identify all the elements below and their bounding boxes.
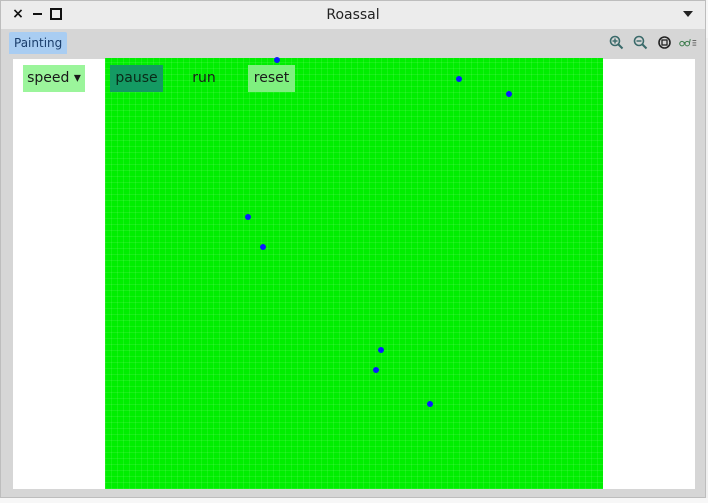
title-bar[interactable]: × Roassal <box>1 1 705 29</box>
window-title: Roassal <box>326 7 380 23</box>
chevron-down-icon[interactable] <box>683 11 693 17</box>
particle-dot <box>245 214 251 220</box>
particle-dot <box>260 244 266 250</box>
zoom-in-icon[interactable] <box>607 34 625 50</box>
reset-button[interactable]: reset <box>248 65 295 92</box>
particle-dot <box>456 76 462 82</box>
particle-dot <box>427 401 433 407</box>
tab-bar: Painting <box>1 29 705 55</box>
zoom-fit-icon[interactable] <box>655 34 673 50</box>
zoom-out-icon[interactable] <box>631 34 649 50</box>
particle-dot <box>506 91 512 97</box>
particle-dot <box>373 367 379 373</box>
speed-dropdown[interactable]: speed ▾ <box>23 65 85 92</box>
particle-dot <box>274 57 280 63</box>
particle-dot <box>378 347 384 353</box>
glasses-menu-icon[interactable] <box>679 34 697 50</box>
toolbar-icons <box>607 34 697 50</box>
run-button[interactable]: run <box>184 65 224 92</box>
pause-button[interactable]: pause <box>110 65 163 92</box>
simulation-canvas[interactable] <box>105 57 603 489</box>
tab-painting[interactable]: Painting <box>9 32 68 54</box>
